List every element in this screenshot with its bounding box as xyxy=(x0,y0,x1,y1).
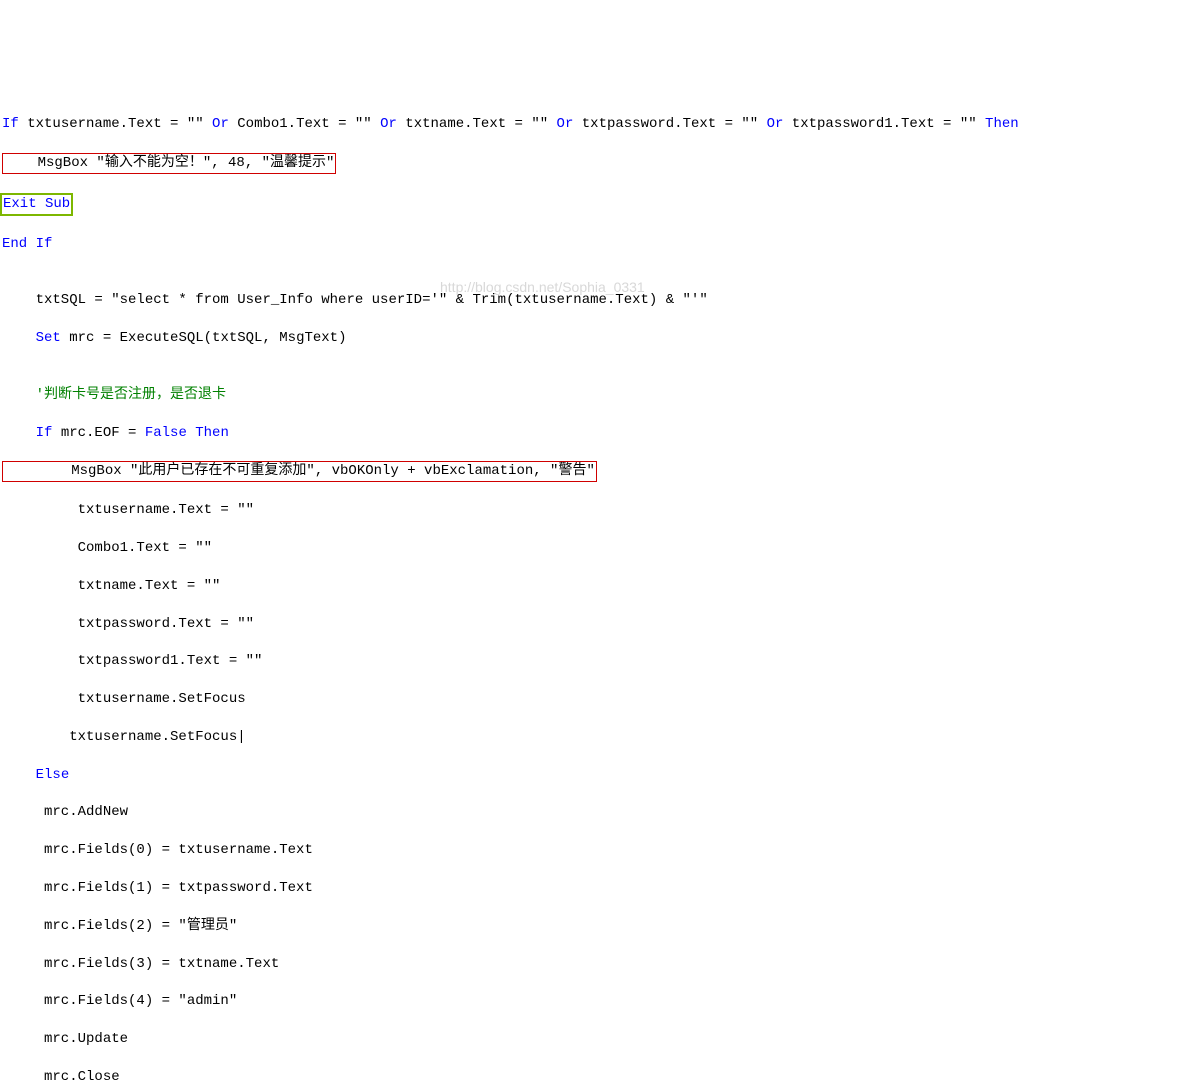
code-line-22: mrc.Fields(1) = txtpassword.Text xyxy=(2,879,1182,898)
code-line-12: txtusername.Text = "" xyxy=(2,501,1182,520)
indent xyxy=(2,767,36,783)
indent xyxy=(2,330,36,346)
kw-exit-sub: Exit Sub xyxy=(3,196,70,212)
code-line-6: txtSQL = "select * from User_Info where … xyxy=(2,291,1182,310)
highlight-red-1: MsgBox "输入不能为空！", 48, "温馨提示" xyxy=(2,153,336,174)
txt: mrc = ExecuteSQL(txtSQL, MsgText) xyxy=(61,330,347,346)
kw-or: Or xyxy=(212,116,229,132)
kw-false-then: False Then xyxy=(145,425,229,441)
code-line-25: mrc.Fields(4) = "admin" xyxy=(2,992,1182,1011)
highlight-green: Exit Sub xyxy=(0,193,73,216)
code-line-17: txtusername.SetFocus xyxy=(2,690,1182,709)
kw-or: Or xyxy=(380,116,397,132)
code-line-1: If txtusername.Text = "" Or Combo1.Text … xyxy=(2,115,1182,134)
code-line-2: MsgBox "输入不能为空！", 48, "温馨提示" xyxy=(2,153,1182,174)
kw-then: Then xyxy=(985,116,1019,132)
code-line-24: mrc.Fields(3) = txtname.Text xyxy=(2,955,1182,974)
kw-or: Or xyxy=(557,116,574,132)
code-line-10: If mrc.EOF = False Then xyxy=(2,424,1182,443)
kw-if: If xyxy=(2,116,19,132)
indent xyxy=(2,425,36,441)
kw-if: If xyxy=(27,236,52,252)
txt: Combo1.Text = "" xyxy=(229,116,380,132)
txt: txtname.Text = "" xyxy=(397,116,557,132)
code-line-21: mrc.Fields(0) = txtusername.Text xyxy=(2,841,1182,860)
code-line-14: txtname.Text = "" xyxy=(2,577,1182,596)
code-line-15: txtpassword.Text = "" xyxy=(2,615,1182,634)
txt: txtpassword1.Text = "" xyxy=(783,116,985,132)
code-line-7: Set mrc = ExecuteSQL(txtSQL, MsgText) xyxy=(2,329,1182,348)
code-line-4: End If xyxy=(2,235,1182,254)
code-line-27: mrc.Close xyxy=(2,1068,1182,1082)
txt: mrc.EOF = xyxy=(52,425,144,441)
code-line-11: MsgBox "此用户已存在不可重复添加", vbOKOnly + vbExcl… xyxy=(2,461,1182,482)
txt: txtusername.Text = "" xyxy=(19,116,212,132)
code-line-18: txtusername.SetFocus| xyxy=(2,728,1182,747)
code-line-26: mrc.Update xyxy=(2,1030,1182,1049)
kw-or: Or xyxy=(767,116,784,132)
comment: '判断卡号是否注册，是否退卡 xyxy=(2,387,226,403)
code-line-13: Combo1.Text = "" xyxy=(2,539,1182,558)
kw-if: If xyxy=(36,425,53,441)
code-line-19: Else xyxy=(2,766,1182,785)
txt: txtpassword.Text = "" xyxy=(573,116,766,132)
code-line-3: Exit Sub xyxy=(2,193,1182,216)
highlight-red-2: MsgBox "此用户已存在不可重复添加", vbOKOnly + vbExcl… xyxy=(2,461,597,482)
code-line-9: '判断卡号是否注册，是否退卡 xyxy=(2,386,1182,405)
kw-set: Set xyxy=(36,330,61,346)
code-line-23: mrc.Fields(2) = "管理员" xyxy=(2,917,1182,936)
kw-else: Else xyxy=(36,767,70,783)
code-line-16: txtpassword1.Text = "" xyxy=(2,652,1182,671)
code-line-20: mrc.AddNew xyxy=(2,803,1182,822)
kw-end: End xyxy=(2,236,27,252)
